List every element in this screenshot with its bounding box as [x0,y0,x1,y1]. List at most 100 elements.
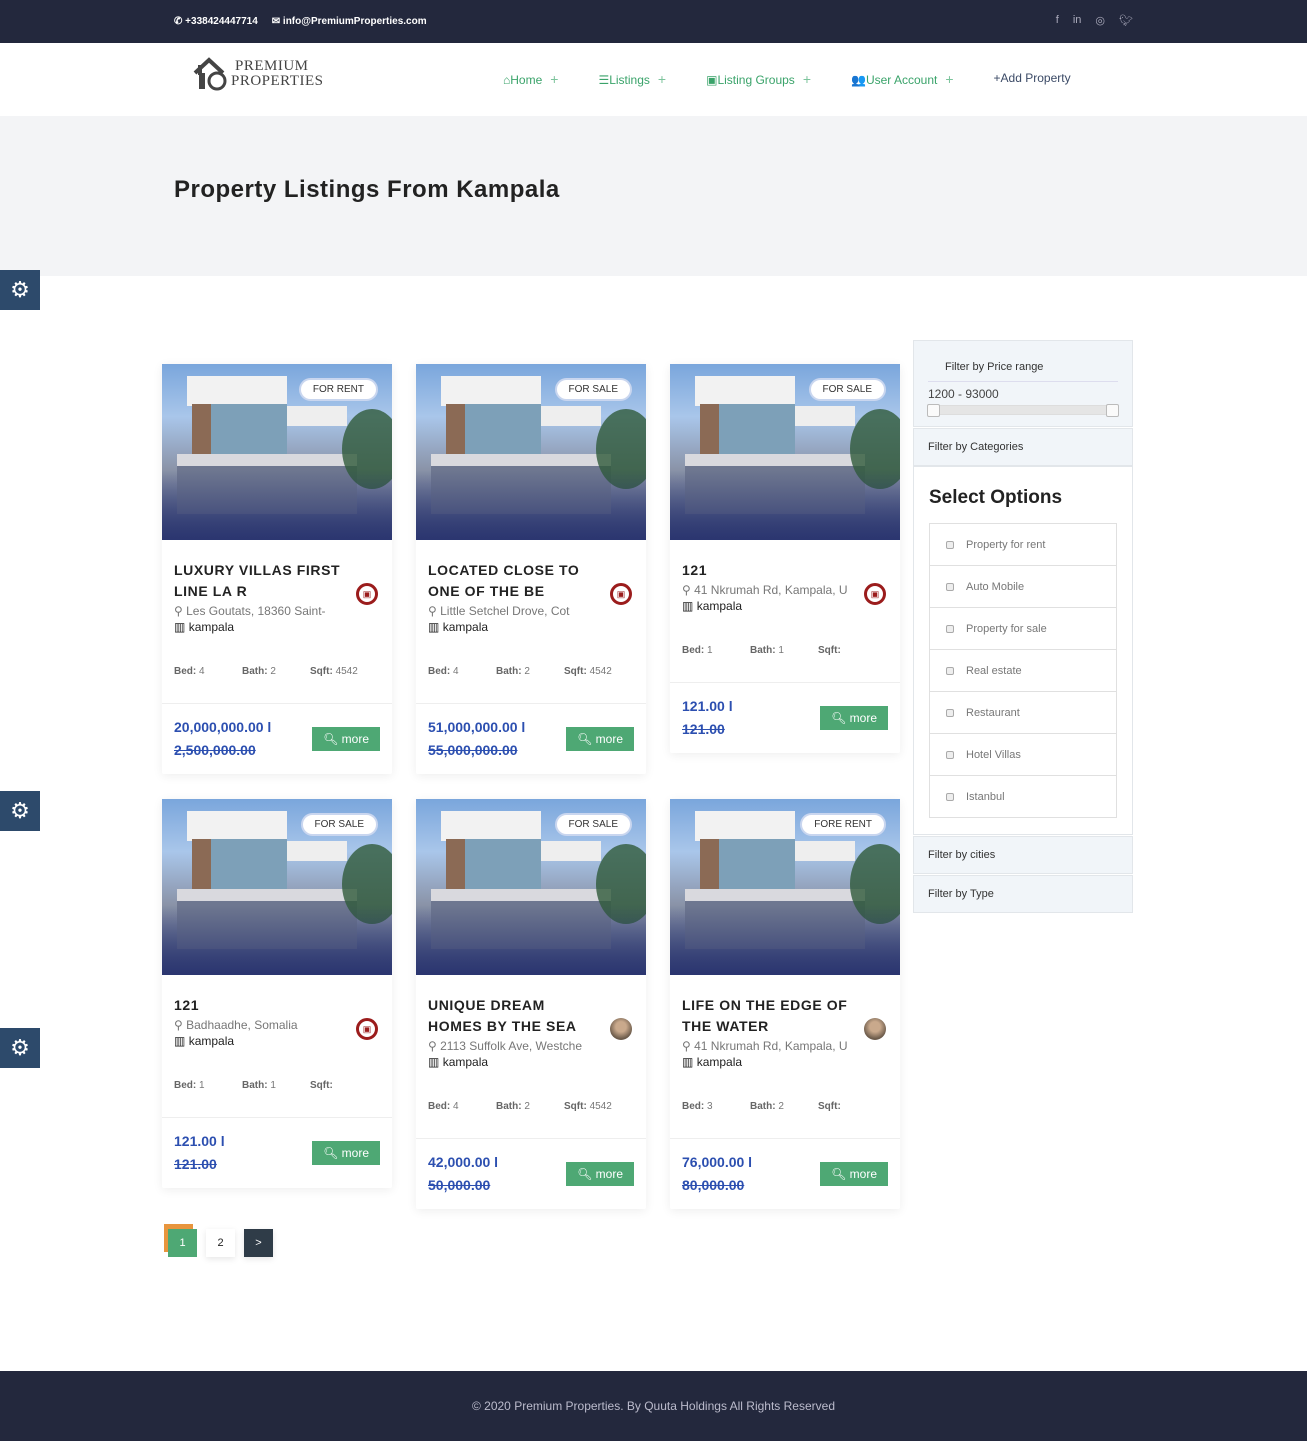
category-option[interactable]: Real estate [929,649,1117,692]
expand-plus-icon[interactable]: + [658,71,666,87]
old-price: 50,000.00 [428,1177,491,1193]
page-2-button[interactable]: 2 [206,1229,235,1257]
listing-title[interactable]: 121 [682,560,852,581]
listing-title[interactable]: LUXURY VILLAS FIRST LINE LA R [174,560,344,602]
bath-label: Bath: [496,1101,522,1112]
bed-value: 1 [199,1080,205,1091]
nav-label: User Account [865,73,938,87]
category-option[interactable]: Hotel Villas [929,733,1117,776]
settings-gear-icon[interactable]: ⚙ [0,270,40,310]
property-image[interactable]: FOR RENT [162,364,392,540]
pagination: 1 2 > [168,1229,273,1257]
next-page-button[interactable]: > [244,1229,273,1257]
phone-link[interactable]: ✆ +338424447714 [174,16,258,27]
property-image[interactable]: FOR SALE [416,799,646,975]
facebook-icon[interactable]: f [1056,14,1059,27]
category-option[interactable]: Auto Mobile [929,565,1117,608]
nav-add-property-icon: + [993,71,1001,85]
property-image[interactable]: FOR SALE [416,364,646,540]
listing-title[interactable]: LIFE ON THE EDGE OF THE WATER [682,995,852,1037]
twitter-icon[interactable]: 🐦︎ [1119,14,1133,27]
nav-listings-icon: ☰ [598,73,610,87]
page-1-button[interactable]: 1 [168,1229,197,1257]
listing-title[interactable]: LOCATED CLOSE TO ONE OF THE BE [428,560,598,602]
bed-value: 4 [453,666,459,677]
listing-address: ⚲ Badhaadhe, Somalia [174,1018,298,1032]
search-icon: 🔍︎ [323,1146,339,1160]
nav-item-home[interactable]: ⌂Home + [503,71,558,87]
bath-label: Bath: [242,666,268,677]
checkbox[interactable] [946,750,954,759]
city-text: kampala [442,620,489,634]
more-button[interactable]: 🔍︎ more [312,1141,380,1165]
category-option[interactable]: Restaurant [929,691,1117,734]
categories-filter-header[interactable]: Filter by Categories [913,428,1133,466]
instagram-icon[interactable]: ◎ [1095,14,1105,27]
price-range-slider[interactable] [927,404,1119,417]
linkedin-icon[interactable]: in [1073,14,1082,27]
checkbox[interactable] [946,624,954,633]
cities-filter-header[interactable]: Filter by cities [913,836,1133,874]
property-image[interactable]: FORE RENT [670,799,900,975]
listing-title[interactable]: UNIQUE DREAM HOMES BY THE SEA [428,995,598,1037]
logo[interactable]: PREMIUM PROPERTIES [193,57,323,91]
nav-label: Add Property [1000,71,1071,85]
more-label: more [849,1167,877,1181]
search-icon: 🔍︎ [323,732,339,746]
address-text: 2113 Suffolk Ave, Westche [440,1039,582,1053]
slider-max-handle[interactable] [1106,404,1119,417]
more-button[interactable]: 🔍︎ more [312,727,380,751]
price: 121.00 l [174,1133,225,1149]
listing-title[interactable]: 121 [174,995,344,1016]
owner-avatar[interactable] [610,1018,632,1040]
city-text: kampala [188,1034,235,1048]
status-badge: FOR SALE [808,378,886,401]
email-link[interactable]: ✉ info@PremiumProperties.com [272,16,427,27]
checkbox[interactable] [946,792,954,801]
city-text: kampala [696,599,743,613]
nav-item-listings[interactable]: ☰Listings + [598,71,666,87]
bed-label: Bed: [428,666,451,677]
property-image[interactable]: FOR SALE [162,799,392,975]
category-option[interactable]: Property for rent [929,523,1117,566]
listing-stats: Bed: 4 Bath: 2 Sqft: 4542 [174,666,380,703]
nav-item-add-property[interactable]: +Add Property [994,71,1071,87]
listings-grid: FOR RENT LUXURY VILLAS FIRST LINE LA R ⚲… [162,364,900,1209]
option-label: Property for sale [966,622,1047,635]
checkbox[interactable] [946,540,954,549]
price-filter: Filter by Price range 1200 - 93000 [913,340,1133,427]
sqft-label: Sqft: [310,1080,333,1091]
bath-value: 2 [524,666,530,677]
slider-min-handle[interactable] [927,404,940,417]
more-button[interactable]: 🔍︎ more [820,706,888,730]
listing-stats: Bed: 4 Bath: 2 Sqft: 4542 [428,666,634,703]
owner-avatar[interactable] [864,1018,886,1040]
checkbox[interactable] [946,708,954,717]
settings-gear-icon[interactable]: ⚙ [0,791,40,831]
option-label: Restaurant [966,706,1020,719]
main-nav: PREMIUM PROPERTIES ⌂Home + ☰Listings + ▣Listi… [0,43,1307,116]
owner-avatar[interactable]: ▣ [864,583,886,605]
category-option[interactable]: Property for sale [929,607,1117,650]
bath-value: 1 [270,1080,276,1091]
checkbox[interactable] [946,582,954,591]
category-option[interactable]: Istanbul [929,775,1117,818]
checkbox[interactable] [946,666,954,675]
owner-avatar[interactable]: ▣ [610,583,632,605]
nav-item-listing-groups[interactable]: ▣Listing Groups + [706,71,811,87]
address-text: 41 Nkrumah Rd, Kampala, U [694,1039,848,1053]
owner-avatar[interactable]: ▣ [356,1018,378,1040]
listing-address: ⚲ Little Setchel Drove, Cot [428,604,570,618]
settings-gear-icon[interactable]: ⚙ [0,1028,40,1068]
expand-plus-icon[interactable]: + [945,71,953,87]
type-filter-header[interactable]: Filter by Type [913,875,1133,913]
property-image[interactable]: FOR SALE [670,364,900,540]
expand-plus-icon[interactable]: + [550,71,558,87]
more-button[interactable]: 🔍︎ more [566,1162,634,1186]
expand-plus-icon[interactable]: + [803,71,811,87]
listing-card: FOR SALE LOCATED CLOSE TO ONE OF THE BE … [416,364,646,774]
more-button[interactable]: 🔍︎ more [566,727,634,751]
owner-avatar[interactable]: ▣ [356,583,378,605]
more-button[interactable]: 🔍︎ more [820,1162,888,1186]
nav-item-user-account[interactable]: 👥User Account + [851,71,954,87]
